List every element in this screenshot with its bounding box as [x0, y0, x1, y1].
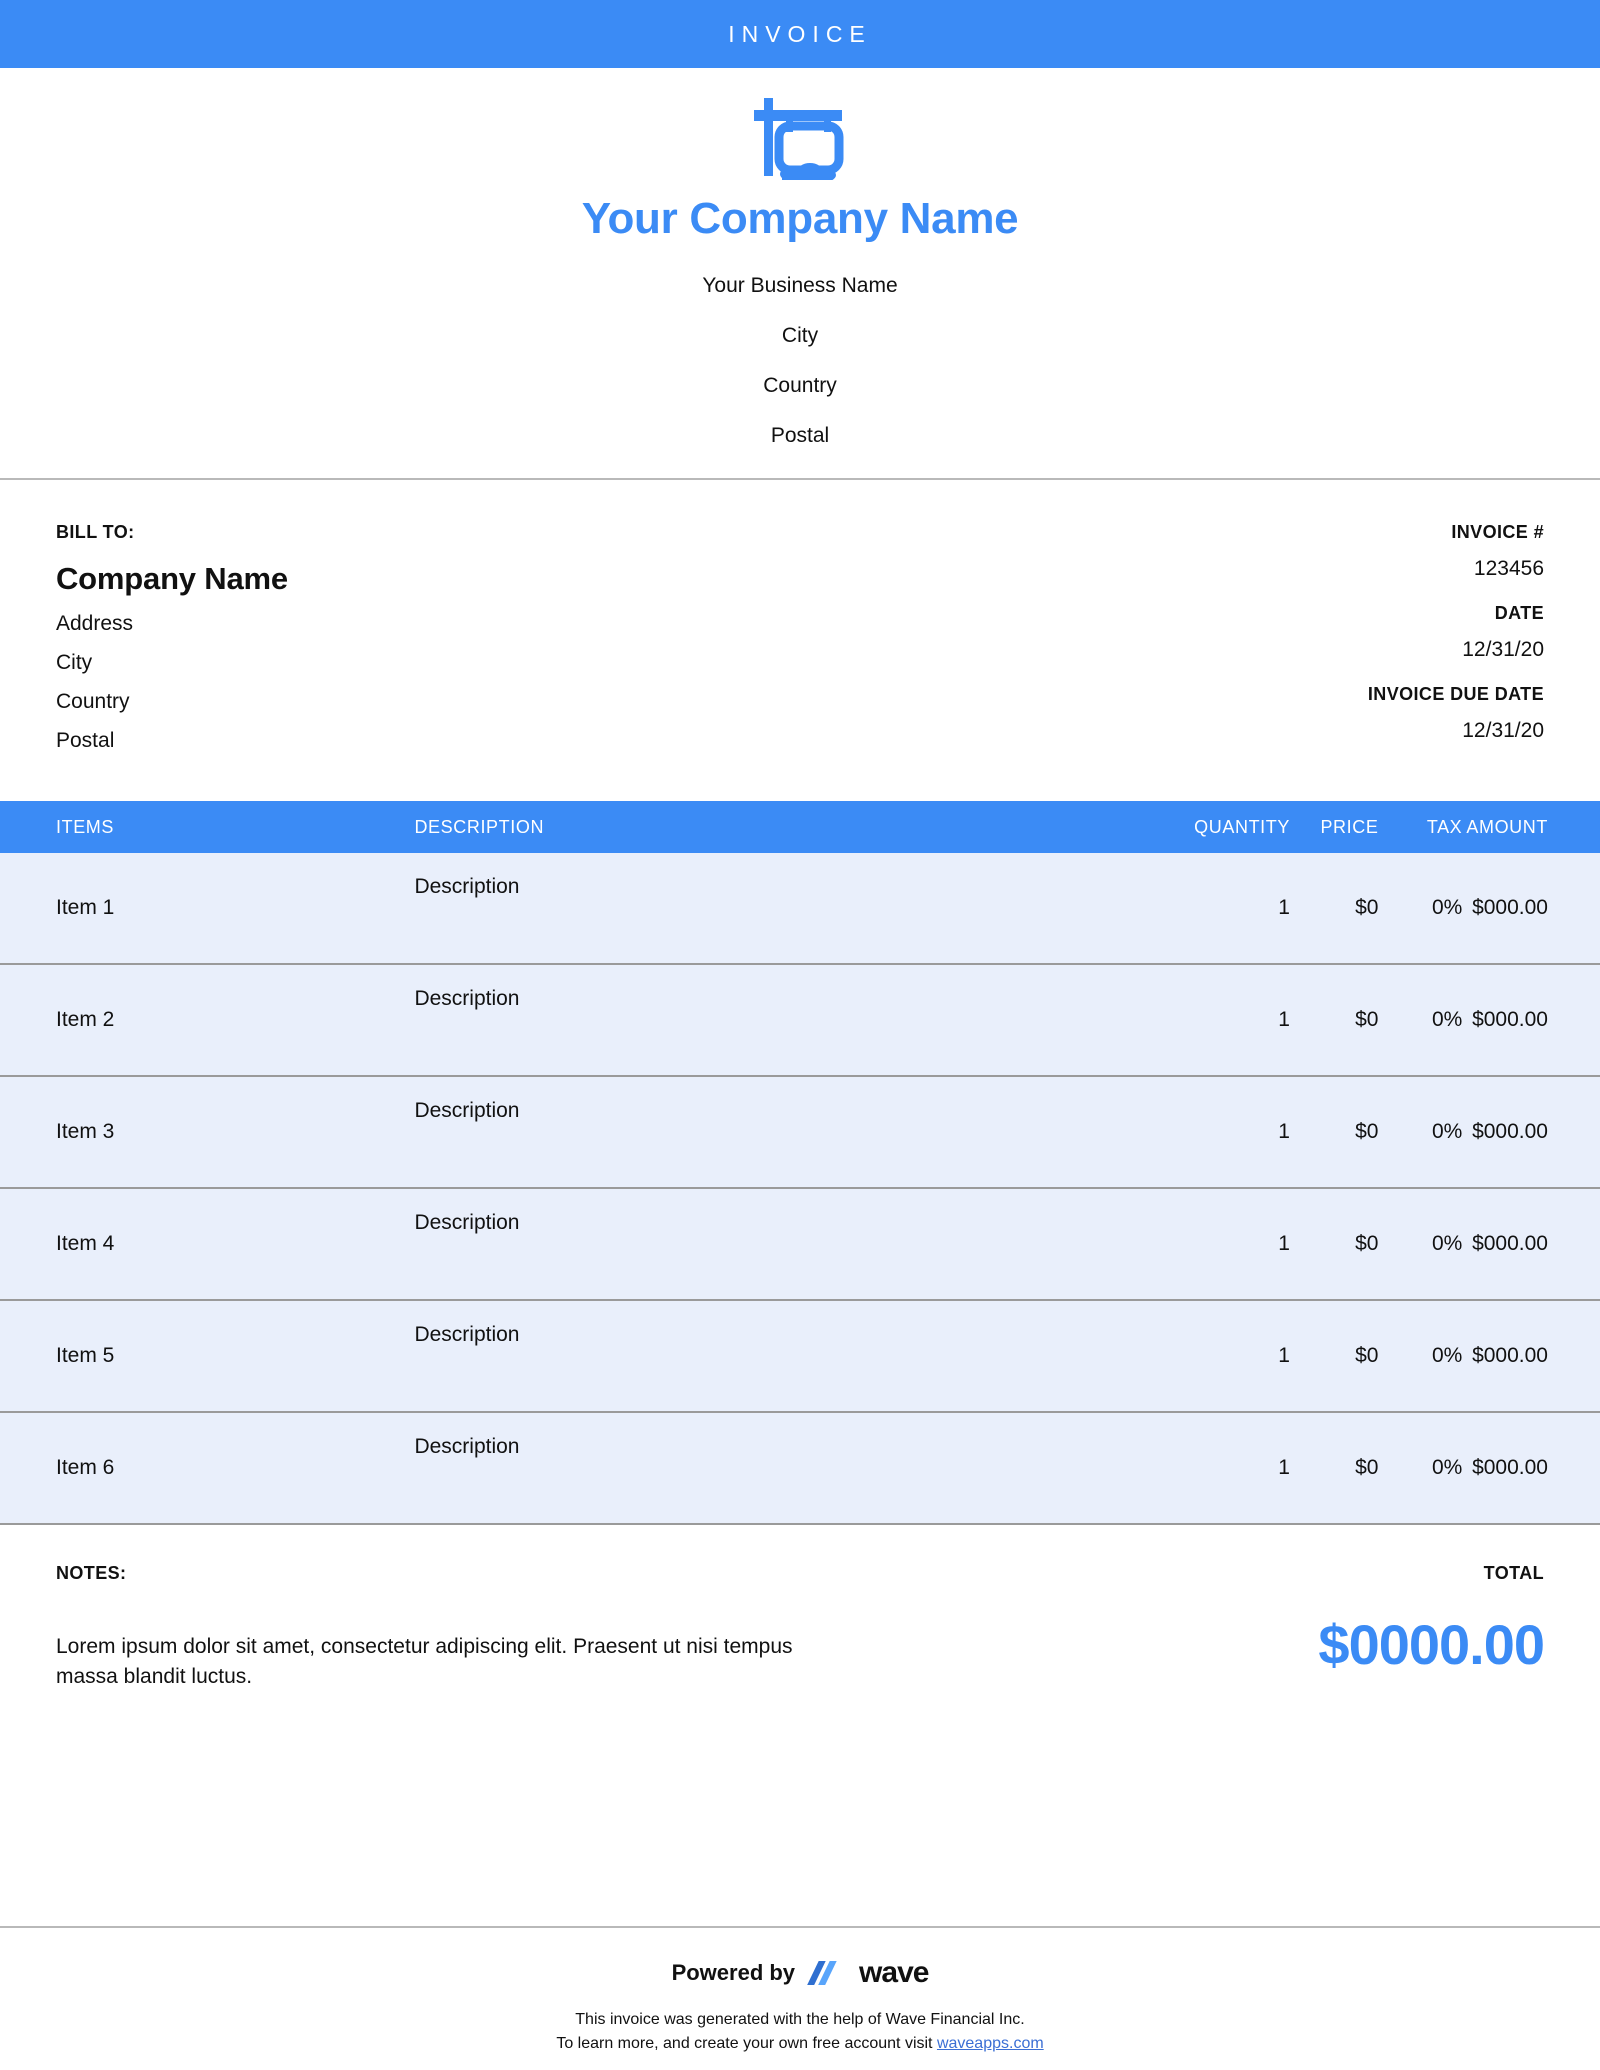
cell-price: $0: [1355, 1456, 1379, 1479]
bill-to-country: Country: [56, 690, 130, 713]
invoice-banner: INVOICE: [0, 0, 1600, 68]
cell-item: Item 3: [56, 1120, 115, 1143]
column-header-description: DESCRIPTION: [414, 816, 545, 837]
company-header: Your Company Name Your Business Name Cit…: [0, 68, 1600, 480]
cell-amount: $000.00: [1472, 1456, 1548, 1479]
invoice-date-label: DATE: [1494, 603, 1544, 623]
cell-amount: $000.00: [1472, 896, 1548, 919]
invoice-number-label: INVOICE #: [1451, 522, 1544, 542]
cell-quantity: 1: [1278, 1344, 1290, 1367]
cell-quantity: 1: [1278, 1232, 1290, 1255]
company-logo: [0, 94, 1600, 180]
company-name: Your Company Name: [581, 194, 1019, 243]
cell-quantity: 1: [1278, 1120, 1290, 1143]
table-row: Item 6 Description 1 $0 0% $000.00: [0, 1413, 1600, 1525]
cell-price: $0: [1355, 1232, 1379, 1255]
bill-to-client-name: Company Name: [56, 561, 288, 596]
cell-price: $0: [1355, 1120, 1379, 1143]
cell-description: Description: [414, 1099, 520, 1122]
column-header-tax: TAX: [1426, 816, 1463, 837]
cell-item: Item 1: [56, 896, 115, 919]
notes-block: NOTES: Lorem ipsum dolor sit amet, conse…: [56, 1563, 846, 1693]
cell-description: Description: [414, 1435, 520, 1458]
footer-line-2-prefix: To learn more, and create your own free …: [556, 2035, 937, 2052]
cell-price: $0: [1355, 1344, 1379, 1367]
bill-to-label: BILL TO:: [56, 522, 135, 542]
notes-text: Lorem ipsum dolor sit amet, consectetur …: [56, 1635, 793, 1689]
cell-item: Item 5: [56, 1344, 115, 1367]
cell-tax: 0%: [1431, 1120, 1463, 1143]
cell-tax: 0%: [1431, 1456, 1463, 1479]
bill-to-city: City: [56, 651, 93, 674]
cell-amount: $000.00: [1472, 1344, 1548, 1367]
cell-description: Description: [414, 1211, 520, 1234]
table-row: Item 1 Description 1 $0 0% $000.00: [0, 853, 1600, 965]
powered-by-label: Powered by: [671, 1960, 796, 1985]
cell-tax: 0%: [1431, 1008, 1463, 1031]
cell-quantity: 1: [1278, 896, 1290, 919]
footer-line-1: This invoice was generated with the help…: [575, 2011, 1025, 2028]
cell-quantity: 1: [1278, 1008, 1290, 1031]
invoice-date-value: 12/31/20: [1462, 638, 1544, 661]
cell-tax: 0%: [1431, 896, 1463, 919]
footer-fine-print: This invoice was generated with the help…: [0, 2008, 1600, 2056]
signpost-icon: [754, 98, 844, 180]
column-header-items: ITEMS: [56, 816, 115, 837]
cell-item: Item 2: [56, 1008, 115, 1031]
invoice-footer: Powered by wave This invoice was generat…: [0, 1926, 1600, 2070]
cell-price: $0: [1355, 1008, 1379, 1031]
invoice-due-date-value: 12/31/20: [1462, 719, 1544, 742]
cell-amount: $000.00: [1472, 1120, 1548, 1143]
cell-tax: 0%: [1431, 1344, 1463, 1367]
cell-tax: 0%: [1431, 1232, 1463, 1255]
cell-amount: $000.00: [1472, 1232, 1548, 1255]
cell-item: Item 6: [56, 1456, 115, 1479]
wave-wordmark: wave: [859, 1956, 929, 1989]
bill-to-block: BILL TO: Company Name Address City Count…: [56, 522, 288, 753]
invoice-due-date-label: INVOICE DUE DATE: [1367, 684, 1544, 704]
table-row: Item 2 Description 1 $0 0% $000.00: [0, 965, 1600, 1077]
waveapps-link[interactable]: waveapps.com: [937, 2035, 1044, 2052]
wave-logo-icon: [807, 1961, 837, 1985]
invoice-page: INVOICE Your Company Name Your Business …: [0, 0, 1600, 2070]
table-row: Item 3 Description 1 $0 0% $000.00: [0, 1077, 1600, 1189]
invoice-meta-section: BILL TO: Company Name Address City Count…: [0, 480, 1600, 753]
column-header-quantity: QUANTITY: [1194, 816, 1290, 837]
cell-quantity: 1: [1278, 1456, 1290, 1479]
cell-description: Description: [414, 875, 520, 898]
powered-by-block: Powered by wave: [0, 1956, 1600, 1990]
cell-description: Description: [414, 1323, 520, 1346]
bill-to-address: Address: [56, 612, 134, 635]
column-header-amount: AMOUNT: [1466, 816, 1548, 837]
cell-item: Item 4: [56, 1232, 115, 1255]
cell-amount: $000.00: [1472, 1008, 1548, 1031]
table-header-row: ITEMS DESCRIPTION QUANTITY PRICE TAX AMO…: [0, 801, 1600, 853]
table-row: Item 5 Description 1 $0 0% $000.00: [0, 1301, 1600, 1413]
company-city: City: [781, 324, 819, 347]
cell-description: Description: [414, 987, 520, 1010]
company-country: Country: [763, 374, 837, 397]
total-block: TOTAL $0000.00: [1318, 1563, 1545, 1693]
table-body: Item 1 Description 1 $0 0% $000.00 Item 2 Descr…: [0, 853, 1600, 1525]
total-label: TOTAL: [1483, 1563, 1544, 1583]
total-value: $0000.00: [1318, 1613, 1545, 1676]
invoice-details-block: INVOICE # 123456 DATE 12/31/20 INVOICE D…: [1368, 522, 1544, 753]
line-items-table: ITEMS DESCRIPTION QUANTITY PRICE TAX AMO…: [0, 801, 1600, 1525]
banner-title: INVOICE: [728, 20, 872, 47]
company-postal: Postal: [770, 424, 830, 447]
footer-line-2: To learn more, and create your own free …: [0, 2032, 1600, 2056]
cell-price: $0: [1355, 896, 1379, 919]
invoice-number-value: 123456: [1473, 557, 1544, 580]
company-business-name: Your Business Name: [702, 274, 898, 297]
column-header-price: PRICE: [1320, 816, 1379, 837]
notes-total-section: NOTES: Lorem ipsum dolor sit amet, conse…: [0, 1525, 1600, 1693]
notes-label: NOTES:: [56, 1563, 127, 1583]
table-row: Item 4 Description 1 $0 0% $000.00: [0, 1189, 1600, 1301]
bill-to-postal: Postal: [56, 729, 115, 752]
